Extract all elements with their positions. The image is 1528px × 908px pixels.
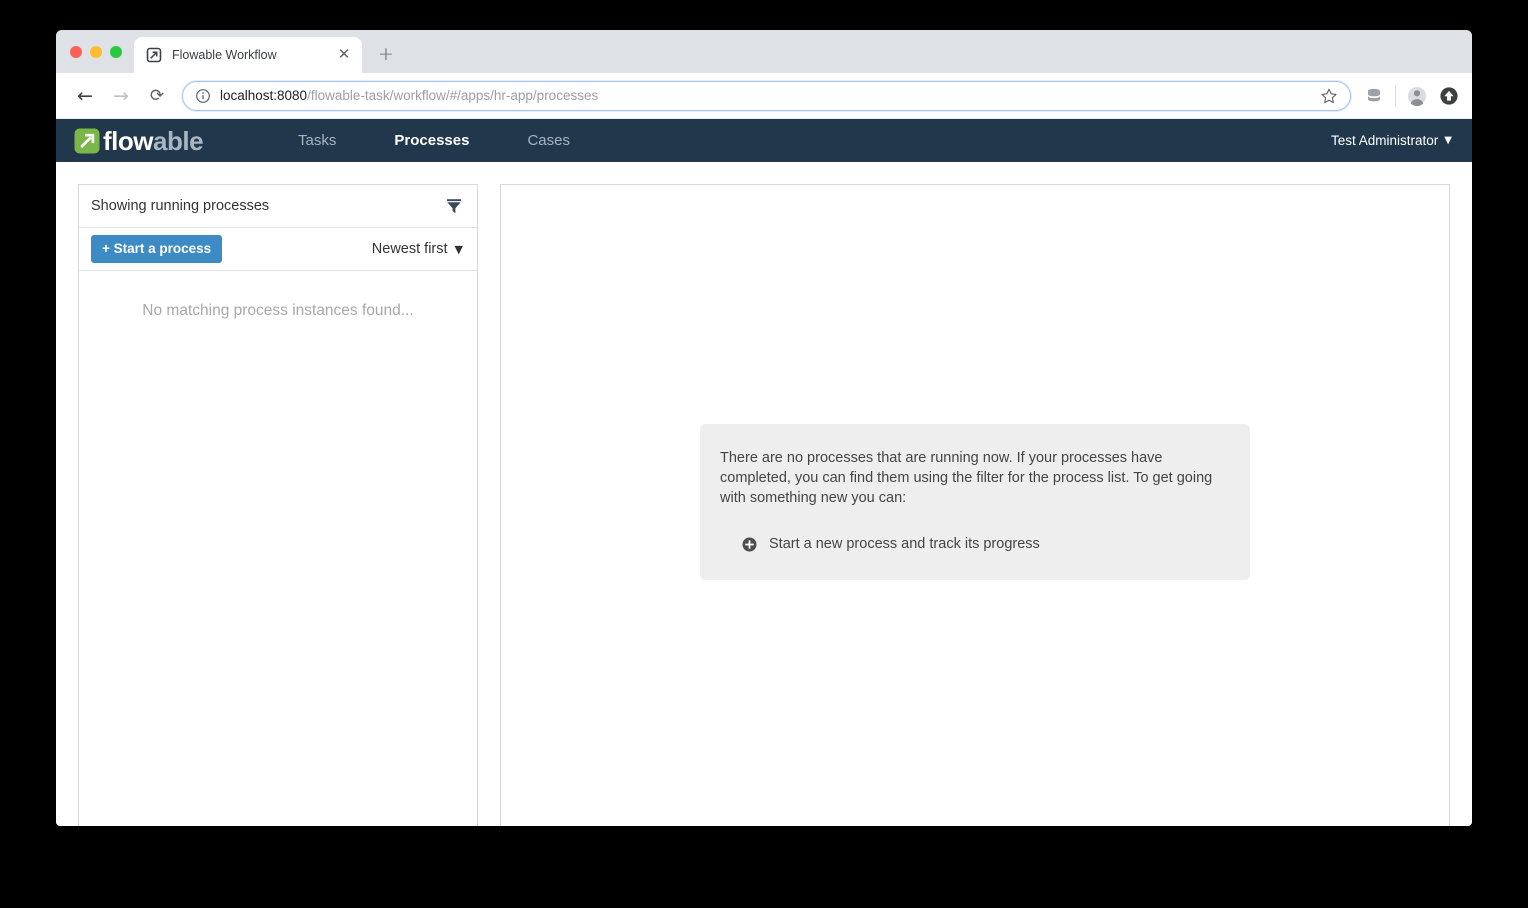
back-button[interactable]: ← bbox=[70, 81, 100, 111]
star-icon[interactable] bbox=[1320, 87, 1338, 105]
flowable-logo[interactable]: flowable bbox=[74, 119, 204, 162]
window-traffic-lights bbox=[66, 30, 134, 73]
close-traffic-light[interactable] bbox=[70, 45, 82, 58]
user-menu[interactable]: Test Administrator ▼ bbox=[1331, 133, 1452, 148]
process-detail-panel: There are no processes that are running … bbox=[500, 184, 1450, 826]
list-actions-bar: + Start a process Newest first ▼ bbox=[79, 228, 477, 271]
browser-toolbar: ← → ⟳ localhost:8080/flowable-task/workf… bbox=[56, 73, 1472, 119]
url-host: localhost:8080 bbox=[220, 88, 308, 103]
close-icon[interactable]: ✕ bbox=[336, 47, 352, 63]
plus-circle-icon bbox=[742, 537, 757, 552]
filter-funnel-icon[interactable] bbox=[445, 197, 463, 215]
chevron-down-icon: ▼ bbox=[1444, 135, 1452, 146]
toolbar-icon-group bbox=[1363, 85, 1460, 107]
chevron-down-icon: ▼ bbox=[454, 242, 463, 256]
toolbar-divider bbox=[1395, 85, 1396, 106]
process-list-panel: Showing running processes + Start a proc… bbox=[78, 184, 478, 826]
browser-tab-title: Flowable Workflow bbox=[172, 48, 277, 62]
browser-tab[interactable]: Flowable Workflow ✕ bbox=[134, 37, 362, 73]
filter-label: Showing running processes bbox=[91, 198, 270, 214]
maximize-traffic-light[interactable] bbox=[110, 45, 122, 58]
empty-state-info-box: There are no processes that are running … bbox=[700, 424, 1250, 580]
address-bar[interactable]: localhost:8080/flowable-task/workflow/#/… bbox=[182, 80, 1351, 111]
account-avatar-icon[interactable] bbox=[1406, 85, 1428, 107]
forward-button[interactable]: → bbox=[106, 81, 136, 111]
start-a-process-button[interactable]: + Start a process bbox=[91, 235, 223, 263]
flowable-logo-text: flowable bbox=[103, 125, 204, 156]
start-new-process-action[interactable]: Start a new process and track its progre… bbox=[720, 536, 1224, 552]
nav-tab-cases[interactable]: Cases bbox=[498, 119, 599, 162]
browser-window: Flowable Workflow ✕ + ← → ⟳ localhost:80… bbox=[56, 30, 1472, 826]
url-text: localhost:8080/flowable-task/workflow/#/… bbox=[220, 88, 1312, 103]
url-path: /flowable-task/workflow/#/apps/hr-app/pr… bbox=[307, 88, 599, 103]
app-navbar: flowable Tasks Processes Cases Test Admi… bbox=[56, 119, 1472, 171]
start-new-process-label: Start a new process and track its progre… bbox=[769, 536, 1040, 552]
flowable-favicon-icon bbox=[146, 47, 162, 63]
user-menu-label: Test Administrator bbox=[1331, 133, 1439, 148]
nav-tab-tasks[interactable]: Tasks bbox=[269, 119, 365, 162]
app-body: Showing running processes + Start a proc… bbox=[56, 162, 1472, 826]
browser-tab-strip: Flowable Workflow ✕ + bbox=[56, 30, 1472, 73]
logo-text-prefix: flow bbox=[103, 125, 154, 156]
new-tab-button[interactable]: + bbox=[372, 41, 400, 69]
empty-state-paragraph: There are no processes that are running … bbox=[720, 450, 1213, 506]
logo-text-suffix: able bbox=[153, 125, 204, 156]
nav-tab-processes[interactable]: Processes bbox=[365, 119, 498, 162]
sort-order-dropdown[interactable]: Newest first ▼ bbox=[372, 241, 463, 257]
update-arrow-icon[interactable] bbox=[1438, 85, 1460, 107]
database-icon[interactable] bbox=[1363, 85, 1385, 107]
info-circle-icon[interactable] bbox=[195, 88, 211, 104]
filter-header: Showing running processes bbox=[79, 185, 477, 228]
minimize-traffic-light[interactable] bbox=[90, 45, 102, 58]
sort-order-label: Newest first bbox=[371, 241, 448, 257]
reload-button[interactable]: ⟳ bbox=[142, 81, 172, 111]
flowable-logo-mark-icon bbox=[74, 128, 100, 154]
empty-list-message: No matching process instances found... bbox=[142, 302, 414, 319]
